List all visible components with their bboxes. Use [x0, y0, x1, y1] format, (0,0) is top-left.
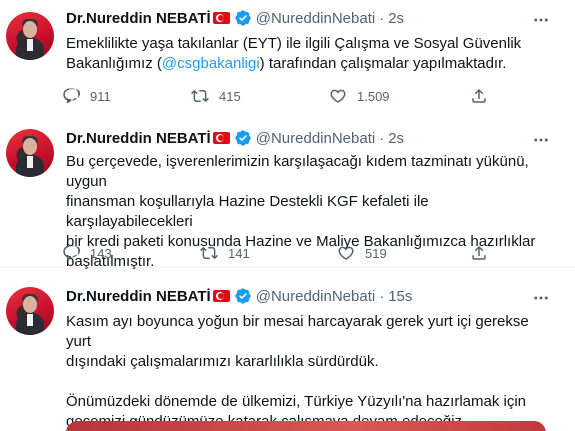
reply-button[interactable]: 143	[62, 244, 112, 262]
tweet-text: Kasım ayı boyunca yoğun bir mesai harcay…	[66, 313, 529, 430]
reply-count: 143	[90, 245, 112, 261]
tweet-header: Dr.Nureddin NEBATİ @NureddinNebati · 15s	[66, 287, 412, 305]
turkish-flag-icon	[212, 132, 230, 144]
turkish-flag-icon	[212, 290, 230, 302]
share-button[interactable]	[470, 244, 498, 262]
display-name[interactable]: Dr.Nureddin NEBATİ	[66, 288, 211, 305]
reply-count: 911	[90, 88, 111, 104]
avatar[interactable]	[6, 287, 54, 335]
verified-badge-icon	[234, 9, 252, 27]
reply-icon	[63, 88, 80, 104]
verified-badge-icon	[234, 287, 252, 305]
retweet-count: 415	[219, 88, 241, 104]
display-name[interactable]: Dr.Nureddin NEBATİ	[66, 10, 211, 27]
like-count: 519	[365, 245, 387, 261]
display-name[interactable]: Dr.Nureddin NEBATİ	[66, 130, 211, 147]
timestamp[interactable]: 2s	[388, 130, 404, 147]
tweet-text: Emeklilikte yaşa takılanlar (EYT) ile il…	[66, 35, 522, 72]
tweet-header: Dr.Nureddin NEBATİ @NureddinNebati · 2s	[66, 129, 404, 147]
turkish-flag-icon	[212, 12, 230, 24]
tweet-1[interactable]: Dr.Nureddin NEBATİ @NureddinNebati · 2s …	[0, 0, 575, 120]
mention-link[interactable]: @csgbakanligi	[162, 55, 260, 72]
handle[interactable]: @NureddinNebati	[256, 10, 375, 27]
more-options-icon[interactable]	[531, 288, 551, 308]
share-icon	[472, 245, 486, 260]
like-icon	[330, 89, 346, 103]
tweet-header: Dr.Nureddin NEBATİ @NureddinNebati · 2s	[66, 9, 404, 27]
retweet-icon	[191, 89, 209, 103]
like-button[interactable]: 1.509	[329, 87, 390, 105]
reply-button[interactable]: 911	[62, 87, 111, 105]
retweet-icon	[200, 246, 218, 260]
tweet-3[interactable]: Dr.Nureddin NEBATİ @NureddinNebati · 15s…	[0, 278, 575, 431]
avatar[interactable]	[6, 12, 54, 60]
tweet-actions: 911 415 1.509	[60, 87, 490, 107]
more-options-icon[interactable]	[531, 130, 551, 150]
handle[interactable]: @NureddinNebati	[256, 288, 375, 305]
separator-dot: ·	[379, 287, 385, 305]
share-button[interactable]	[470, 87, 498, 105]
separator-dot: ·	[379, 129, 385, 147]
tweet-actions: 143 141 519	[60, 244, 490, 264]
retweet-button[interactable]: 141	[200, 244, 250, 262]
like-icon	[338, 246, 354, 260]
handle[interactable]: @NureddinNebati	[256, 130, 375, 147]
like-count: 1.509	[357, 88, 390, 104]
more-options-icon[interactable]	[531, 10, 551, 30]
timestamp[interactable]: 2s	[388, 10, 404, 27]
avatar[interactable]	[6, 129, 54, 177]
timestamp[interactable]: 15s	[388, 288, 412, 305]
tweet-2[interactable]: Dr.Nureddin NEBATİ @NureddinNebati · 2s …	[0, 120, 575, 270]
like-button[interactable]: 519	[337, 244, 387, 262]
retweet-count: 141	[228, 245, 250, 261]
reply-icon	[63, 245, 80, 261]
verified-badge-icon	[234, 129, 252, 147]
retweet-button[interactable]: 415	[191, 87, 241, 105]
separator-dot: ·	[379, 9, 385, 27]
share-icon	[472, 88, 486, 103]
tweet-media-image[interactable]	[66, 421, 546, 431]
